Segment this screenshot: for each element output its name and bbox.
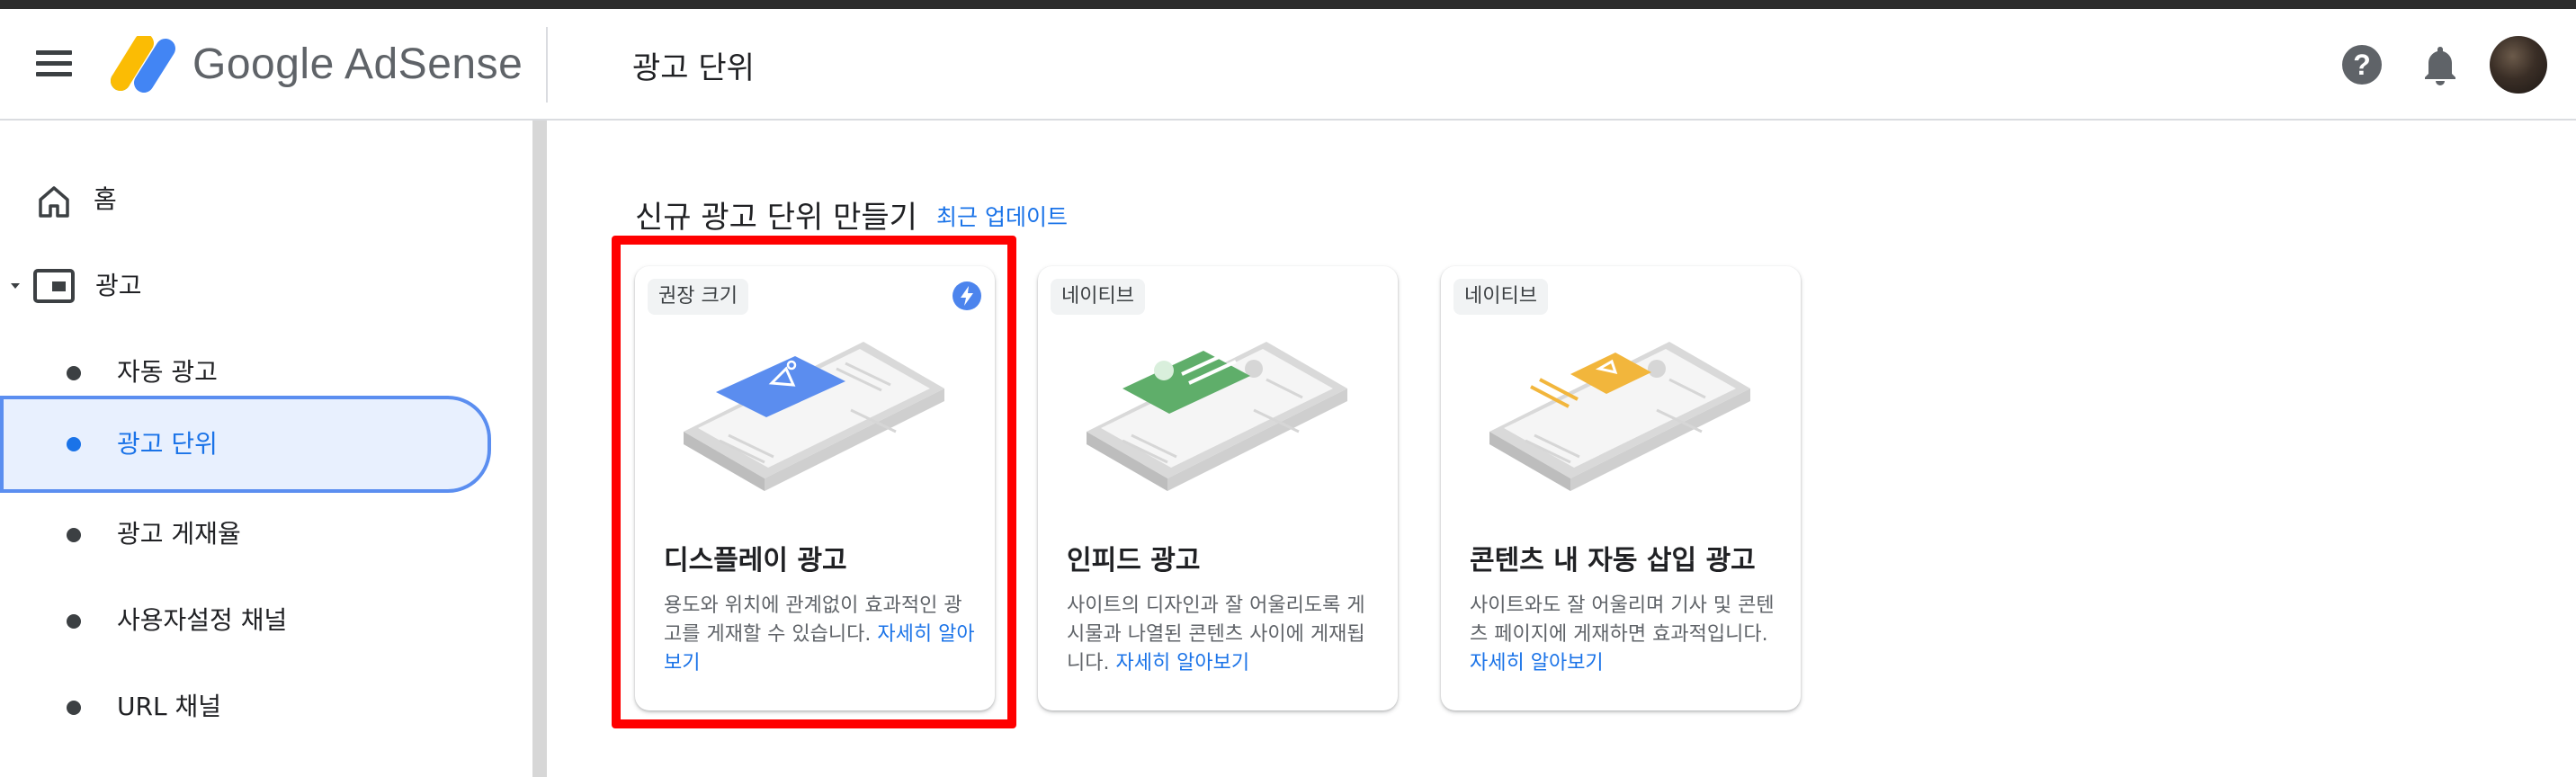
in-article-ad-card[interactable]: 네이티브 콘텐츠 내 자동 삽입 광고 사이트와도 잘 어울리며 기사 및 콘텐…: [1441, 266, 1801, 710]
learn-more-link[interactable]: 자세히 알아보기: [1470, 652, 1604, 674]
header-divider: [546, 27, 548, 103]
in-feed-ad-card[interactable]: 네이티브 인피드 광고 사이트의 디자인과 잘 어울리도록 게시물과 나열된 콘…: [1038, 266, 1398, 710]
card-title: 디스플레이 광고: [664, 545, 847, 576]
card-description: 용도와 위치에 관계없이 효과적인 광고를 게재할 수 있습니다. 자세히 알아…: [664, 592, 979, 678]
card-description: 사이트와도 잘 어울리며 기사 및 콘텐츠 페이지에 게재하면 효과적입니다. …: [1470, 592, 1784, 678]
sidebar-item-label: 광고: [95, 271, 142, 300]
account-avatar[interactable]: [2490, 36, 2547, 94]
card-description: 사이트의 디자인과 잘 어울리도록 게시물과 나열된 콘텐츠 사이에 게재됩니다…: [1067, 592, 1382, 678]
card-title: 콘텐츠 내 자동 삽입 광고: [1470, 545, 1756, 576]
card-chip: 네이티브: [1051, 279, 1145, 315]
bullet-dot-icon: [67, 528, 81, 542]
browser-top-strip: [0, 0, 2576, 9]
card-chip: 네이티브: [1453, 279, 1548, 315]
notifications-bell-icon[interactable]: [2419, 43, 2461, 88]
bolt-icon: [953, 281, 981, 310]
bullet-dot-icon: [67, 437, 81, 451]
help-icon[interactable]: ?: [2342, 45, 2382, 85]
card-chip: 권장 크기: [648, 279, 748, 315]
bullet-dot-icon: [67, 614, 81, 629]
sidebar-item-label: 홈: [94, 184, 117, 214]
learn-more-link[interactable]: 자세히 알아보기: [1115, 652, 1249, 674]
page-title: 광고 단위: [632, 50, 755, 86]
app-header: Google AdSense 광고 단위 ?: [0, 9, 2576, 121]
card-title: 인피드 광고: [1067, 545, 1201, 576]
sidebar-item-ad-serving-rate[interactable]: 광고 게재율: [0, 491, 504, 577]
expand-caret-icon[interactable]: [9, 281, 22, 291]
recent-updates-link[interactable]: 최근 업데이트: [936, 200, 1068, 232]
product-name[interactable]: Google AdSense: [192, 40, 523, 89]
sidebar-nav: 홈 광고 자동 광고 광고 단위 광고 게재율 사용자설정 채널 URL 채널: [0, 121, 532, 777]
home-icon: [39, 186, 69, 218]
in-feed-ad-illustration: [1087, 342, 1347, 491]
ads-icon: [33, 269, 75, 303]
sidebar-item-ads[interactable]: 광고: [0, 243, 504, 329]
sidebar-item-label: 광고 단위: [117, 429, 218, 459]
sidebar-separator: [532, 121, 547, 777]
sidebar-item-home[interactable]: 홈: [0, 156, 504, 243]
sidebar-item-label: 사용자설정 채널: [117, 605, 288, 635]
bullet-dot-icon: [67, 701, 81, 715]
menu-icon[interactable]: [36, 50, 76, 77]
sidebar-item-ad-units[interactable]: 광고 단위: [0, 396, 491, 493]
adsense-logo-icon: [111, 36, 175, 93]
sidebar-item-label: 광고 게재율: [117, 519, 241, 549]
display-ad-card[interactable]: 권장 크기 디스플레이 광고 용도와 위치에 관계없이 효과적인 광고를 게재할…: [635, 266, 995, 710]
in-article-ad-illustration: [1489, 342, 1750, 491]
sidebar-item-url-channels[interactable]: URL 채널: [0, 664, 504, 750]
card-description-text: 사이트와도 잘 어울리며 기사 및 콘텐츠 페이지에 게재하면 효과적입니다.: [1470, 594, 1775, 646]
sidebar-item-label: URL 채널: [117, 692, 221, 721]
sidebar-item-custom-channels[interactable]: 사용자설정 채널: [0, 577, 504, 664]
display-ad-illustration: [684, 342, 944, 491]
section-title: 신규 광고 단위 만들기: [635, 200, 917, 236]
bullet-dot-icon: [67, 366, 81, 380]
